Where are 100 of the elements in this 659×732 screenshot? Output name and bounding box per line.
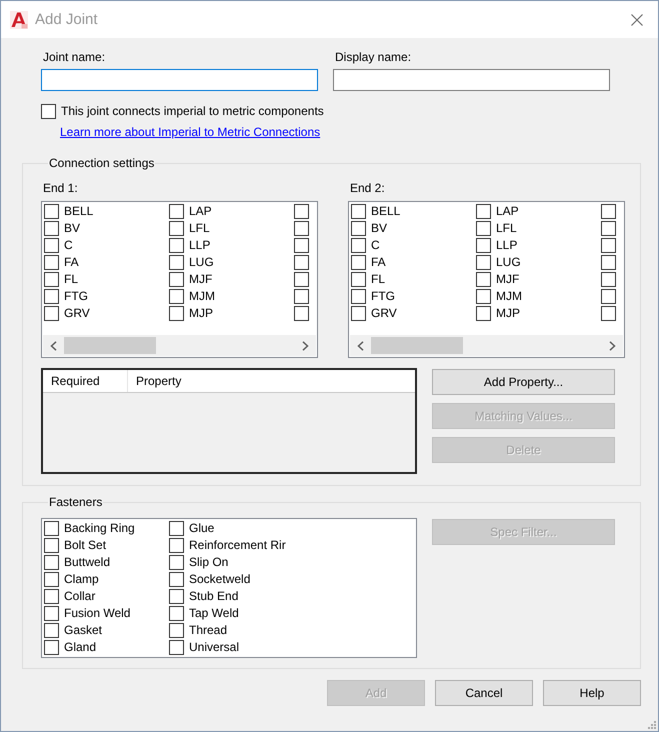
- checkbox[interactable]: [476, 306, 491, 321]
- checkbox[interactable]: [294, 306, 309, 321]
- checkbox[interactable]: [169, 272, 184, 287]
- checkbox[interactable]: [294, 204, 309, 219]
- checkbox[interactable]: [44, 521, 59, 536]
- checkbox-label: LUG: [189, 255, 214, 270]
- checkbox[interactable]: [169, 589, 184, 604]
- checkbox-label: This joint connects imperial to metric components: [61, 104, 324, 119]
- learn-more-link[interactable]: Learn more about Imperial to Metric Connections: [60, 125, 320, 140]
- checkbox-label: Slip On: [189, 555, 228, 570]
- checkbox[interactable]: [601, 204, 616, 219]
- checkbox[interactable]: [601, 255, 616, 270]
- checkbox[interactable]: [351, 204, 366, 219]
- checkbox[interactable]: [169, 640, 184, 655]
- checkbox[interactable]: [351, 238, 366, 253]
- checkbox-label: MJP: [189, 306, 213, 321]
- checkbox[interactable]: [44, 606, 59, 621]
- checkbox[interactable]: [601, 221, 616, 236]
- checkbox[interactable]: [169, 255, 184, 270]
- end-type-list[interactable]: BELL BV C FA FL FTG GRV LAP LFL LLP LUG MJF MJM MJP: [348, 201, 625, 358]
- checkbox-label: FA: [371, 255, 386, 270]
- checkbox[interactable]: [169, 606, 184, 621]
- checkbox[interactable]: [44, 255, 59, 270]
- checkbox[interactable]: [351, 306, 366, 321]
- checkbox[interactable]: [44, 204, 59, 219]
- cancel-button[interactable]: Cancel: [435, 680, 533, 706]
- checkbox[interactable]: [44, 238, 59, 253]
- checkbox[interactable]: [169, 238, 184, 253]
- help-button[interactable]: Help: [543, 680, 641, 706]
- checkbox[interactable]: [294, 238, 309, 253]
- checkbox-label: LFL: [496, 221, 517, 236]
- checkbox[interactable]: [294, 272, 309, 287]
- checkbox[interactable]: [44, 538, 59, 553]
- checkbox[interactable]: [351, 272, 366, 287]
- scrollbar-thumb[interactable]: [371, 337, 463, 354]
- checkbox[interactable]: [169, 623, 184, 638]
- checkbox[interactable]: [476, 204, 491, 219]
- scrollbar-thumb[interactable]: [64, 337, 156, 354]
- scroll-right-icon[interactable]: [609, 340, 616, 350]
- resize-grip-icon[interactable]: [648, 721, 656, 729]
- checkbox[interactable]: [169, 555, 184, 570]
- checkbox[interactable]: [169, 221, 184, 236]
- checkbox[interactable]: [476, 238, 491, 253]
- end-type-list[interactable]: BELL BV C FA FL FTG GRV LAP LFL LLP LUG MJF MJM MJP: [41, 201, 318, 358]
- checkbox[interactable]: [476, 272, 491, 287]
- add-property-button[interactable]: Add Property...: [432, 369, 615, 395]
- checkbox[interactable]: [476, 221, 491, 236]
- display-name-field[interactable]: [333, 69, 610, 91]
- fasteners-list[interactable]: Backing Ring Bolt Set Buttweld Clamp Collar Fusion Weld Gasket Gland Glue Reinforcement Rir Slip On Socketweld Stub End Tap Weld Thread Universal: [41, 518, 417, 658]
- checkbox[interactable]: [351, 289, 366, 304]
- checkbox-label: Tap Weld: [189, 606, 239, 621]
- checkbox[interactable]: [169, 572, 184, 587]
- checkbox[interactable]: [169, 306, 184, 321]
- checkbox[interactable]: [44, 640, 59, 655]
- checkbox[interactable]: [44, 306, 59, 321]
- checkbox[interactable]: [476, 255, 491, 270]
- checkbox-label: Buttweld: [64, 555, 110, 570]
- checkbox[interactable]: [351, 221, 366, 236]
- group-title: Fasteners: [48, 495, 104, 510]
- checkbox-label: C: [371, 238, 380, 253]
- checkbox-label: FTG: [64, 289, 88, 304]
- checkbox[interactable]: [294, 221, 309, 236]
- checkbox[interactable]: [601, 289, 616, 304]
- checkbox-label: FA: [64, 255, 79, 270]
- horizontal-scrollbar[interactable]: [43, 335, 316, 356]
- column-header[interactable]: Required: [43, 370, 128, 392]
- checkbox[interactable]: [44, 272, 59, 287]
- checkbox[interactable]: [44, 555, 59, 570]
- checkbox[interactable]: [601, 306, 616, 321]
- checkbox[interactable]: [44, 221, 59, 236]
- checkbox[interactable]: [44, 572, 59, 587]
- checkbox[interactable]: [169, 289, 184, 304]
- checkbox[interactable]: [44, 289, 59, 304]
- scroll-left-icon[interactable]: [357, 340, 364, 350]
- checkbox-label: Gasket: [64, 623, 102, 638]
- scroll-right-icon[interactable]: [302, 340, 309, 350]
- checkbox[interactable]: [44, 589, 59, 604]
- property-table[interactable]: Required Property: [41, 368, 417, 474]
- checkbox[interactable]: [169, 204, 184, 219]
- checkbox-label: Stub End: [189, 589, 238, 604]
- horizontal-scrollbar[interactable]: [350, 335, 623, 356]
- column-header[interactable]: Property: [128, 370, 415, 392]
- checkbox[interactable]: [476, 289, 491, 304]
- checkbox[interactable]: [294, 255, 309, 270]
- checkbox[interactable]: [601, 238, 616, 253]
- checkbox[interactable]: [44, 623, 59, 638]
- scroll-left-icon[interactable]: [50, 340, 57, 350]
- checkbox[interactable]: [351, 255, 366, 270]
- checkbox-label: Glue: [189, 521, 214, 536]
- checkbox-label: Gland: [64, 640, 96, 655]
- checkbox[interactable]: [169, 538, 184, 553]
- checkbox-label: Fusion Weld: [64, 606, 130, 621]
- close-icon: [631, 14, 643, 26]
- checkbox[interactable]: [41, 104, 56, 119]
- checkbox-label: LAP: [189, 204, 212, 219]
- joint-name-field[interactable]: [41, 69, 318, 91]
- checkbox[interactable]: [169, 521, 184, 536]
- checkbox-label: LAP: [496, 204, 519, 219]
- checkbox[interactable]: [294, 289, 309, 304]
- checkbox[interactable]: [601, 272, 616, 287]
